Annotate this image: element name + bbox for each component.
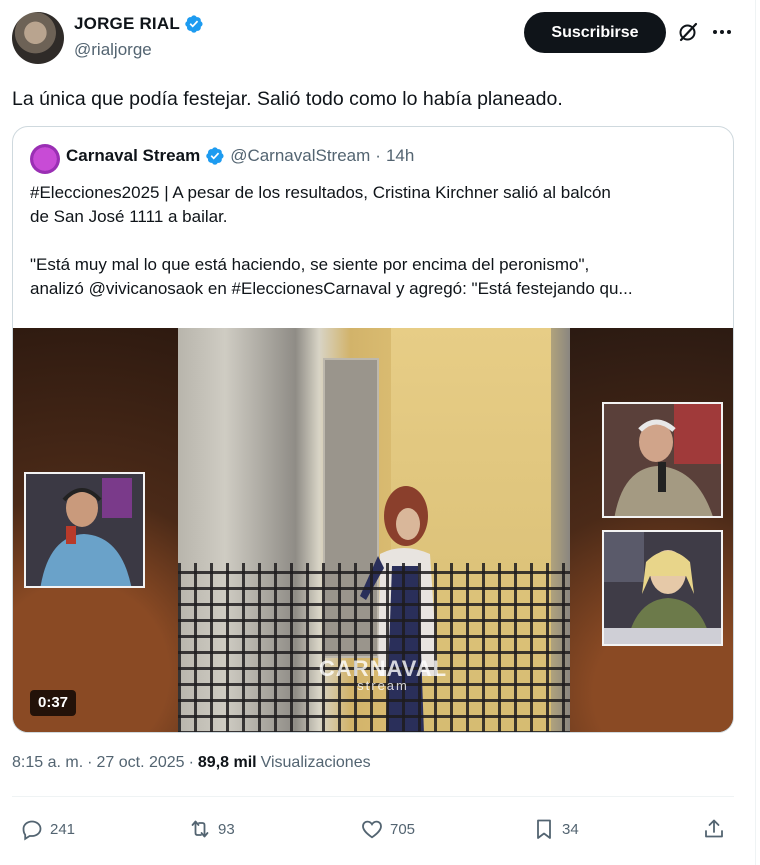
quoted-text-line: #Elecciones2025 | A pesar de los resulta… <box>30 183 611 202</box>
reply-button[interactable]: 241 <box>20 816 75 842</box>
verified-badge-icon <box>185 15 203 33</box>
more-horizontal-icon[interactable] <box>710 20 734 44</box>
video-railing <box>178 563 570 732</box>
quoted-tweet-card[interactable]: Carnaval Stream @CarnavalStream · 14h #E… <box>12 126 734 733</box>
divider <box>12 796 734 797</box>
meta-separator: · <box>188 754 194 771</box>
video-duration-badge: 0:37 <box>30 690 77 716</box>
video-watermark: CARNAVAL stream <box>303 656 463 693</box>
video-cam-inset-bottom-right <box>602 530 723 646</box>
tweet-date[interactable]: 27 oct. 2025 <box>96 754 184 772</box>
video-player[interactable]: CARNAVAL stream 0:37 <box>13 328 733 732</box>
quoted-text-line: "Está muy mal lo que está haciendo, se s… <box>30 255 590 274</box>
reply-icon <box>22 820 42 841</box>
repost-count: 93 <box>218 820 235 838</box>
tweet-detail: JORGE RIAL @rialjorge Suscribirse La úni… <box>0 0 756 865</box>
author-handle[interactable]: @rialjorge <box>74 40 152 60</box>
share-icon <box>705 819 723 838</box>
quoted-time[interactable]: 14h <box>386 146 414 166</box>
like-count: 705 <box>390 820 416 838</box>
subscribe-button[interactable]: Suscribirse <box>524 12 666 53</box>
author-avatar[interactable] <box>12 12 64 64</box>
bookmark-count: 34 <box>562 820 579 838</box>
quoted-text: #Elecciones2025 | A pesar de los resulta… <box>30 181 720 301</box>
like-button[interactable]: 705 <box>360 816 415 842</box>
repost-icon <box>191 820 209 838</box>
bookmark-button[interactable]: 34 <box>532 816 579 842</box>
quoted-author-row: Carnaval Stream @CarnavalStream · 14h <box>66 146 414 166</box>
video-cam-inset-left <box>24 472 145 588</box>
author-display-name[interactable]: JORGE RIAL <box>74 14 180 34</box>
tweet-meta: 8:15 a. m. · 27 oct. 2025 · 89,8 mil Vis… <box>12 754 371 772</box>
meta-separator: · <box>87 754 93 771</box>
heart-icon <box>362 820 382 839</box>
tweet-time[interactable]: 8:15 a. m. <box>12 754 83 772</box>
quoted-verified-badge-icon <box>206 147 224 165</box>
grok-icon[interactable] <box>676 20 700 44</box>
video-cam-inset-top-right <box>602 402 723 518</box>
author-name-row: JORGE RIAL <box>74 14 204 34</box>
share-button[interactable] <box>702 816 726 842</box>
quoted-display-name[interactable]: Carnaval Stream <box>66 146 200 166</box>
quoted-text-line: de San José 1111 a bailar. <box>30 207 228 226</box>
quoted-handle[interactable]: @CarnavalStream <box>230 146 370 166</box>
bookmark-icon <box>537 819 551 839</box>
repost-button[interactable]: 93 <box>188 816 235 842</box>
quoted-author-avatar[interactable] <box>30 144 60 174</box>
quoted-text-line: analizó @vivicanosaok en #EleccionesCarn… <box>30 279 633 298</box>
views-count: 89,8 mil <box>197 754 257 771</box>
tweet-text: La única que podía festejar. Salió todo … <box>12 88 563 110</box>
views-label: Visualizaciones <box>260 754 371 771</box>
quoted-separator: · <box>375 146 381 165</box>
reply-count: 241 <box>50 820 76 838</box>
